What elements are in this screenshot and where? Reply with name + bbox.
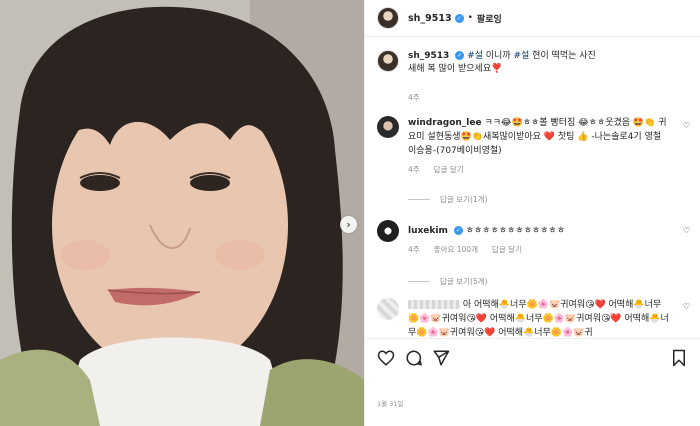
reply-button[interactable]: 답글 달기 xyxy=(492,244,522,255)
verified-icon: ✓ xyxy=(453,226,463,235)
post-photo[interactable]: › xyxy=(0,0,364,426)
view-replies[interactable]: 답글 보기(5개) xyxy=(408,276,488,287)
verified-icon: ✓ xyxy=(455,51,465,60)
heart-icon[interactable]: ♡ xyxy=(683,226,690,235)
heart-icon[interactable] xyxy=(377,349,395,367)
separator-dot: • xyxy=(467,13,473,23)
follow-button[interactable]: 팔로잉 xyxy=(477,12,502,25)
comment-username[interactable]: luxekim xyxy=(408,226,448,236)
instagram-post: › sh_9513 ✓ • 팔로잉 sh_9513 ✓ #설 이니까 #설 현이… xyxy=(0,0,700,426)
view-replies[interactable]: 답글 보기(1개) xyxy=(408,194,488,205)
avatar[interactable] xyxy=(377,50,399,72)
bookmark-icon[interactable] xyxy=(671,349,687,367)
caption-segment: 이니까 xyxy=(482,51,514,61)
avatar[interactable] xyxy=(377,298,399,320)
post-header: sh_9513 ✓ • 팔로잉 xyxy=(365,0,700,37)
comment-body: ㅎㅎㅎㅎㅎㅎㅎㅎㅎㅎㅎㅎ xyxy=(465,226,565,236)
post-date[interactable]: 1월 31일 xyxy=(377,398,403,408)
comment: luxekim ✓ ㅎㅎㅎㅎㅎㅎㅎㅎㅎㅎㅎㅎ xyxy=(377,220,689,242)
comment-meta: 4주 답글 달기 xyxy=(408,164,464,175)
verified-icon: ✓ xyxy=(454,13,464,23)
hashtag-link[interactable]: #설 xyxy=(513,51,529,61)
avatar[interactable] xyxy=(377,7,399,29)
avatar[interactable] xyxy=(377,220,399,242)
view-replies-label[interactable]: 답글 보기(5개) xyxy=(440,276,488,287)
caption-segment: 새해 복 많이 받으세요❣️ xyxy=(408,64,503,74)
comment: windragon_lee ㅋㅋ😂🤩ㅎㅎ볼 빵터짐 😂ㅎㅎ웃겼음 🤩👏 귀요미 … xyxy=(377,116,689,158)
comment-meta: 4주 좋아요 100개 답글 달기 xyxy=(408,244,522,255)
blurred-username xyxy=(408,300,460,309)
hashtag-link[interactable]: #설 xyxy=(467,51,483,61)
heart-icon[interactable]: ♡ xyxy=(683,121,690,130)
comment-username[interactable]: windragon_lee xyxy=(408,118,482,128)
selfie-illustration xyxy=(0,0,364,426)
comment: 아 어떡해🐣너무🌼🌸🐷귀여워😘❤️ 어떡해🐣너무🌼🌸🐷귀여워😘❤️ 어떡해🐣너무… xyxy=(377,298,689,338)
divider xyxy=(408,199,430,200)
caption-username[interactable]: sh_9513 xyxy=(408,51,449,61)
action-bar xyxy=(365,338,700,380)
post-owner-username[interactable]: sh_9513 xyxy=(408,13,452,24)
caption-text: sh_9513 ✓ #설 이니까 #설 현이 떡먹는 사진 새해 복 많이 받으… xyxy=(408,50,688,76)
comment-time[interactable]: 4주 xyxy=(408,164,420,175)
divider xyxy=(408,281,430,282)
avatar[interactable] xyxy=(377,116,399,138)
view-replies-label[interactable]: 답글 보기(1개) xyxy=(440,194,488,205)
caption: sh_9513 ✓ #설 이니까 #설 현이 떡먹는 사진 새해 복 많이 받으… xyxy=(377,50,688,76)
post-side-panel: sh_9513 ✓ • 팔로잉 sh_9513 ✓ #설 이니까 #설 현이 떡… xyxy=(364,0,700,426)
caption-segment: 현이 떡먹는 사진 xyxy=(529,51,596,61)
comment-text: 아 어떡해🐣너무🌼🌸🐷귀여워😘❤️ 어떡해🐣너무🌼🌸🐷귀여워😘❤️ 어떡해🐣너무… xyxy=(408,298,670,338)
comment-icon[interactable] xyxy=(405,349,423,367)
comment-text: luxekim ✓ ㅎㅎㅎㅎㅎㅎㅎㅎㅎㅎㅎㅎ xyxy=(408,220,670,242)
comment-text: windragon_lee ㅋㅋ😂🤩ㅎㅎ볼 빵터짐 😂ㅎㅎ웃겼음 🤩👏 귀요미 … xyxy=(408,116,670,158)
comment-time[interactable]: 4주 xyxy=(408,244,420,255)
reply-button[interactable]: 답글 달기 xyxy=(434,164,464,175)
caption-time[interactable]: 4주 xyxy=(408,92,420,103)
share-icon[interactable] xyxy=(432,349,450,367)
chevron-right-icon[interactable]: › xyxy=(340,216,357,233)
heart-icon[interactable]: ♡ xyxy=(683,302,690,311)
likes-count[interactable]: 좋아요 100개 xyxy=(434,244,478,255)
